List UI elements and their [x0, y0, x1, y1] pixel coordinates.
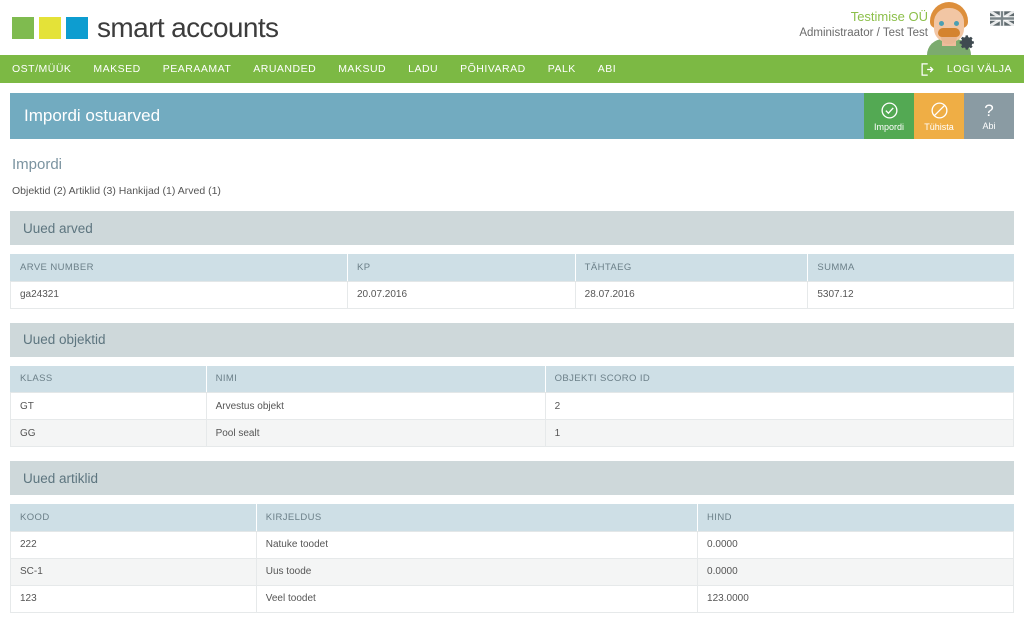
brand-logo[interactable]: smart accounts [0, 11, 279, 44]
table-row[interactable]: 222 Natuke toodet 0.0000 [10, 531, 1014, 559]
table-row[interactable]: GG Pool sealt 1 [10, 419, 1015, 447]
nav-item-ost-muuk[interactable]: OST/MÜÜK [0, 55, 82, 83]
nav-item-pearaamat[interactable]: PEARAAMAT [152, 55, 242, 83]
ban-circle-icon [930, 101, 948, 119]
group-header-uued-arved: Uued arved [10, 211, 1014, 245]
column-header: KIRJELDUS [256, 504, 699, 532]
logout-icon[interactable] [919, 62, 934, 77]
cell: SC-1 [10, 558, 257, 586]
nav-item-maksud[interactable]: MAKSUD [327, 55, 397, 83]
brand-name: smart accounts [97, 11, 279, 43]
import-button[interactable]: Impordi [864, 93, 914, 139]
column-header: KOOD [10, 504, 257, 532]
table-row[interactable]: 123 Veel toodet 123.0000 [10, 585, 1014, 613]
column-header: NIMI [206, 365, 546, 393]
cell: 20.07.2016 [347, 281, 576, 309]
nav-item-aruanded[interactable]: ARUANDED [242, 55, 327, 83]
nav-item-palk[interactable]: PALK [537, 55, 587, 83]
cell: ga24321 [10, 281, 348, 309]
cancel-button-label: Tühista [924, 121, 954, 132]
logout-area[interactable]: LOGI VÄLJA [919, 55, 1024, 83]
user-role: Administraator / Test Test [799, 26, 928, 39]
cell: 2 [545, 392, 1015, 420]
page-title: Impordi ostuarved [24, 106, 161, 125]
main-navigation: OST/MÜÜK MAKSED PEARAAMAT ARUANDED MAKSU… [0, 55, 1024, 83]
column-header: SUMMA [807, 254, 1014, 282]
company-name: Testimise OÜ [850, 9, 928, 24]
group-header-uued-objektid: Uued objektid [10, 322, 1014, 357]
cell: GG [10, 419, 207, 447]
check-circle-icon [880, 101, 898, 119]
column-header: KP [347, 254, 576, 282]
cell: 123 [10, 585, 257, 613]
cell: Natuke toodet [256, 531, 699, 559]
page-header: Impordi ostuarved Impordi Tühista ? Abi [10, 93, 1014, 139]
table-header-row: KOOD KIRJELDUS HIND [10, 504, 1014, 532]
help-button-label: Abi [982, 120, 996, 131]
cell: Arvestus objekt [206, 392, 546, 420]
import-summary: Objektid (2) Artiklid (3) Hankijad (1) A… [12, 185, 221, 197]
table-row[interactable]: GT Arvestus objekt 2 [10, 392, 1015, 420]
cell: Uus toode [256, 558, 699, 586]
nav-item-abi[interactable]: ABI [587, 55, 627, 83]
nav-item-ladu[interactable]: LADU [397, 55, 449, 83]
section-title: Impordi [12, 156, 63, 173]
cell: 0.0000 [697, 558, 1014, 586]
help-button[interactable]: ? Abi [964, 93, 1014, 139]
cell: 0.0000 [697, 531, 1014, 559]
table-header-row: ARVE NUMBER KP TÄHTAEG SUMMA [10, 254, 1014, 282]
column-header: OBJEKTI SCORO ID [545, 365, 1014, 393]
group-header-uued-artiklid: Uued artiklid [10, 461, 1014, 495]
table-row[interactable]: ga24321 20.07.2016 28.07.2016 5307.12 [10, 281, 1014, 309]
nav-item-maksed[interactable]: MAKSED [82, 55, 151, 83]
table-header-row: KLASS NIMI OBJEKTI SCORO ID [10, 365, 1014, 393]
table-uued-arved: ARVE NUMBER KP TÄHTAEG SUMMA ga24321 20.… [10, 254, 1014, 309]
cell: Pool sealt [206, 419, 546, 447]
main-content: Impordi Objektid (2) Artiklid (3) Hankij… [0, 156, 1024, 613]
cell: 123.0000 [697, 585, 1014, 613]
logout-label[interactable]: LOGI VÄLJA [947, 63, 1012, 75]
page-actions: Impordi Tühista ? Abi [864, 93, 1014, 139]
logo-squares-icon [12, 16, 88, 39]
avatar[interactable] [921, 0, 977, 55]
column-header: HIND [697, 504, 1014, 532]
top-bar: smart accounts Testimise OÜ Administraat… [0, 0, 1024, 55]
table-uued-objektid: KLASS NIMI OBJEKTI SCORO ID GT Arvestus … [10, 365, 1015, 447]
cell: GT [10, 392, 207, 420]
question-mark-icon: ? [984, 100, 994, 120]
column-header: TÄHTAEG [575, 254, 809, 282]
cell: 28.07.2016 [575, 281, 809, 309]
gear-icon[interactable] [959, 34, 976, 51]
cell: 5307.12 [807, 281, 1014, 309]
cell: 1 [545, 419, 1015, 447]
cell: Veel toodet [256, 585, 699, 613]
column-header: KLASS [10, 365, 207, 393]
import-button-label: Impordi [873, 121, 904, 132]
table-row[interactable]: SC-1 Uus toode 0.0000 [10, 558, 1014, 586]
nav-item-pohivarad[interactable]: PÕHIVARAD [449, 55, 537, 83]
user-info: Testimise OÜ Administraator / Test Test [799, 8, 928, 41]
cell: 222 [10, 531, 257, 559]
flag-icon[interactable] [990, 11, 1014, 26]
column-header: ARVE NUMBER [10, 254, 348, 282]
cancel-button[interactable]: Tühista [914, 93, 964, 139]
table-uued-artiklid: KOOD KIRJELDUS HIND 222 Natuke toodet 0.… [10, 504, 1014, 613]
